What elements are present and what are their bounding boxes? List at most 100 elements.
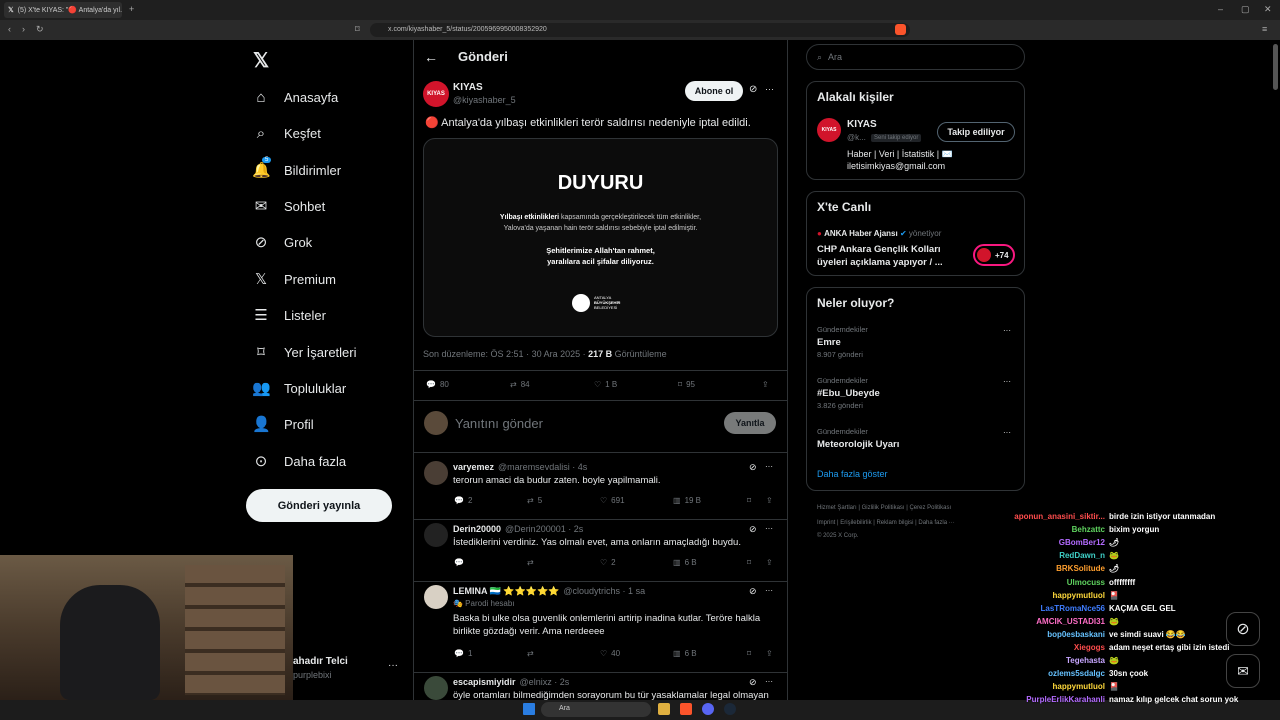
reply-views-action[interactable]: ▥ 6 B xyxy=(673,558,697,567)
reply-grok-icon[interactable]: ⊘ xyxy=(749,586,757,597)
nav-item-chat[interactable]: ✉ Sohbet xyxy=(252,194,326,218)
reply-bookmark-icon[interactable]: ⌑ xyxy=(747,558,751,567)
nav-item-bookmarks[interactable]: ⌑ Yer İşaretleri xyxy=(252,340,356,364)
steam-icon[interactable] xyxy=(724,703,736,715)
author-name[interactable]: KIYAS xyxy=(453,82,483,93)
nav-item-more[interactable]: ⊙ Daha fazla xyxy=(252,449,346,473)
reply-submit-button[interactable]: Yanıtla xyxy=(724,412,776,434)
live-text-line2[interactable]: üyeleri açıklama yapıyor / ... xyxy=(817,257,943,268)
taskbar-search[interactable]: Ara xyxy=(541,702,651,717)
reply-reply-action[interactable]: 💬 xyxy=(454,558,468,567)
nav-item-home[interactable]: ⌂ Anasayfa xyxy=(252,85,338,109)
live-listeners[interactable]: +74 xyxy=(973,244,1015,266)
reply-share-icon[interactable]: ⇪ xyxy=(766,496,773,505)
reply-author[interactable]: LEMINA 🇸🇱 ⭐⭐⭐⭐⭐ xyxy=(453,586,559,596)
account-more-icon[interactable]: ··· xyxy=(388,660,398,671)
brave-browser-icon[interactable] xyxy=(680,703,692,715)
live-text-line1[interactable]: CHP Ankara Gençlik Kolları xyxy=(817,244,941,255)
reply-avatar[interactable] xyxy=(424,676,448,700)
grok-icon[interactable]: ⊘ xyxy=(749,84,757,95)
reply-avatar[interactable] xyxy=(424,585,448,609)
trend-more-icon[interactable]: ··· xyxy=(1003,326,1011,335)
reply-more-icon[interactable]: ··· xyxy=(765,586,773,595)
account-name[interactable]: ahadır Telci xyxy=(293,656,348,667)
reply-share-icon[interactable]: ⇪ xyxy=(766,649,773,658)
nav-item-profile[interactable]: 👤 Profil xyxy=(252,412,314,436)
reply-author[interactable]: escapismiyidir xyxy=(453,677,516,687)
reply-input[interactable]: Yanıtını gönder xyxy=(455,416,543,431)
reply-grok-icon[interactable]: ⊘ xyxy=(749,524,757,535)
reply-bookmark-icon[interactable]: ⌑ xyxy=(747,649,751,658)
reply-share-icon[interactable]: ⇪ xyxy=(766,558,773,567)
like-action[interactable]: ♡ 1 B xyxy=(594,380,617,389)
bookmark-action[interactable]: ⌑ 95 xyxy=(678,380,695,389)
reply-repost-action[interactable]: ⇄ xyxy=(527,649,538,658)
reply-views-action[interactable]: ▥ 19 B xyxy=(673,496,701,505)
footer-links-row2[interactable]: Imprint | Erişilebilirlik | Reklam bilgi… xyxy=(817,520,955,526)
reply-like-action[interactable]: ♡ 40 xyxy=(600,649,620,658)
nav-item-lists[interactable]: ☰ Listeler xyxy=(252,303,326,327)
reply-repost-action[interactable]: ⇄ 5 xyxy=(527,496,542,505)
author-handle[interactable]: @kiyashaber_5 xyxy=(453,95,516,105)
x-logo-icon[interactable]: 𝕏 xyxy=(253,48,269,73)
reply-like-action[interactable]: ♡ 2 xyxy=(600,558,616,567)
close-window-icon[interactable]: ✕ xyxy=(1264,4,1272,15)
related-name[interactable]: KIYAS xyxy=(847,119,877,130)
search-input[interactable]: ⌕ Ara xyxy=(806,44,1025,70)
back-icon[interactable]: ‹ xyxy=(8,24,11,34)
nav-item-grok[interactable]: ⊘ Grok xyxy=(252,230,312,254)
share-icon[interactable]: ⇪ xyxy=(762,380,769,389)
brave-shield-icon[interactable] xyxy=(895,24,906,35)
repost-action[interactable]: ⇄ 84 xyxy=(510,380,530,389)
trend-name[interactable]: #Ebu_Ubeyde xyxy=(817,388,880,399)
reply-more-icon[interactable]: ··· xyxy=(765,524,773,533)
browser-tab[interactable]: 𝕏(5) X'te KIYAS: "🔴 Antalya'da yıl...✕ xyxy=(4,2,122,18)
nav-item-notifications[interactable]: 🔔 5 Bildirimler xyxy=(252,157,341,182)
file-explorer-icon[interactable] xyxy=(658,703,670,715)
reply-author[interactable]: Derin20000 xyxy=(453,524,501,534)
reply-avatar[interactable] xyxy=(424,523,448,547)
trend-more-icon[interactable]: ··· xyxy=(1003,377,1011,386)
reply-avatar[interactable] xyxy=(424,461,448,485)
trend-name[interactable]: Emre xyxy=(817,337,841,348)
bookmark-page-icon[interactable]: ⌑ xyxy=(355,24,360,35)
reply-repost-action[interactable]: ⇄ xyxy=(527,558,538,567)
reply-more-icon[interactable]: ··· xyxy=(765,462,773,471)
reply-views-action[interactable]: ▥ 6 B xyxy=(673,649,697,658)
minimize-icon[interactable]: – xyxy=(1218,4,1223,14)
scrollbar-thumb[interactable] xyxy=(1273,44,1278,90)
reply-bookmark-icon[interactable]: ⌑ xyxy=(747,496,751,505)
reload-icon[interactable]: ↻ xyxy=(36,24,44,35)
windows-start-icon[interactable] xyxy=(523,703,535,715)
trend-more-icon[interactable]: ··· xyxy=(1003,428,1011,437)
trend-name[interactable]: Meteorolojik Uyarı xyxy=(817,439,899,450)
back-arrow-icon[interactable]: ← xyxy=(424,49,438,65)
post-image[interactable]: DUYURU Yılbaşı etkinlikleri kapsamında g… xyxy=(423,138,778,337)
following-button[interactable]: Takip ediliyor xyxy=(937,122,1015,142)
maximize-icon[interactable]: ▢ xyxy=(1241,4,1250,15)
discord-icon[interactable] xyxy=(702,703,714,715)
forward-icon[interactable]: › xyxy=(22,24,25,34)
reply-reply-action[interactable]: 💬 2 xyxy=(454,496,472,505)
reply-grok-icon[interactable]: ⊘ xyxy=(749,462,757,473)
nav-item-explore[interactable]: ⌕ Keşfet xyxy=(252,121,321,145)
reply-like-action[interactable]: ♡ 691 xyxy=(600,496,625,505)
footer-links-row1[interactable]: Hizmet Şartları | Gizlilik Politikası | … xyxy=(817,505,951,511)
post-button[interactable]: Gönderi yayınla xyxy=(246,489,392,522)
reply-author[interactable]: varyemez xyxy=(453,462,494,472)
menu-icon[interactable]: ≡ xyxy=(1262,24,1267,34)
author-avatar[interactable]: KIYAS xyxy=(423,81,449,107)
nav-item-communities[interactable]: 👥 Topluluklar xyxy=(252,376,346,400)
post-more-icon[interactable]: ··· xyxy=(765,84,774,94)
reply-grok-icon[interactable]: ⊘ xyxy=(749,677,757,688)
show-more-link[interactable]: Daha fazla göster xyxy=(817,469,888,479)
new-tab-icon[interactable]: + xyxy=(129,4,134,14)
nav-item-premium[interactable]: 𝕏 Premium xyxy=(252,267,336,291)
related-avatar[interactable]: KIYAS xyxy=(817,118,841,142)
address-bar[interactable]: x.com/kiyashaber_5/status/20059699500083… xyxy=(370,23,910,37)
live-host[interactable]: ● ANKA Haber Ajansı ✔ yönetiyor xyxy=(817,229,941,238)
subscribe-button[interactable]: Abone ol xyxy=(685,81,743,101)
reply-action[interactable]: 💬 80 xyxy=(426,380,449,389)
reply-reply-action[interactable]: 💬 1 xyxy=(454,649,472,658)
reply-more-icon[interactable]: ··· xyxy=(765,677,773,686)
